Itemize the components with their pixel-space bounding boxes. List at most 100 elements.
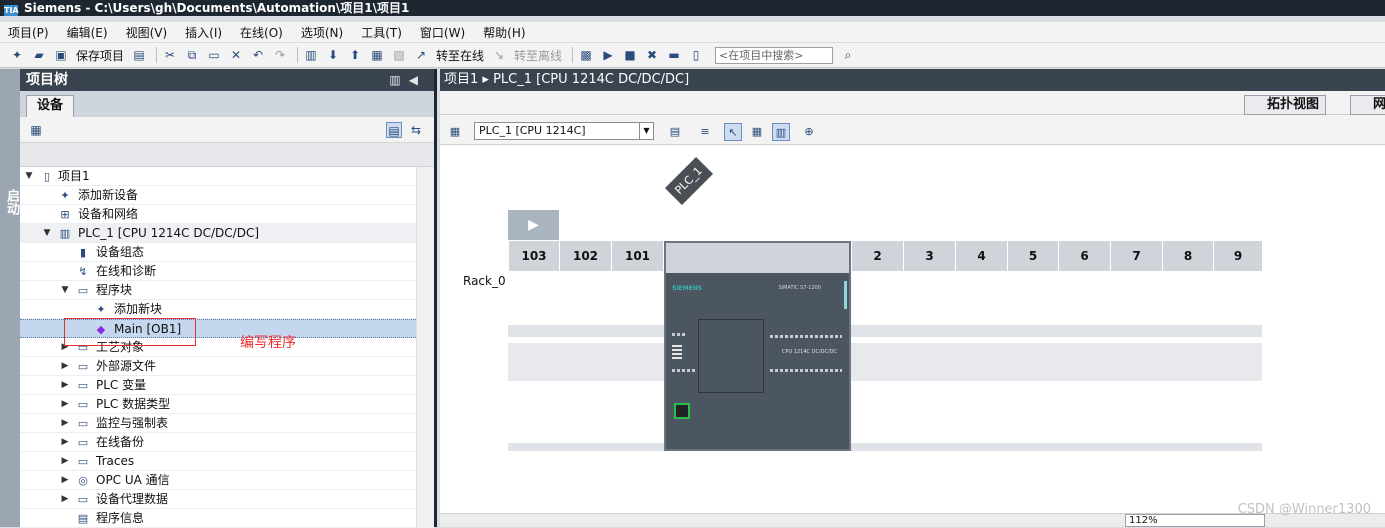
zoom-icon[interactable]: ⊕ [800,123,818,141]
tree-item-plc-data-types[interactable]: ▶ ▭ PLC 数据类型 [20,395,434,414]
tree-item-device-config[interactable]: ▮ 设备组态 [20,243,434,262]
name-toggle-icon[interactable]: ≡ [696,123,714,141]
cpu-module[interactable]: SIEMENS SIMATIC S7-1200 CPU 1214C DC/DC/… [664,241,851,451]
slot-header[interactable]: 8 [1162,241,1213,271]
breadcrumb-project[interactable]: 项目1 [444,72,478,87]
accessible-devices-icon[interactable]: ▩ [577,46,595,64]
device-tag[interactable]: PLC_1 [664,156,714,206]
menu-options[interactable]: 选项(N) [301,24,343,41]
tree-item-external-sources[interactable]: ▶ ▭ 外部源文件 [20,357,434,376]
details-view-icon[interactable]: ▤ [386,122,402,138]
slot-header[interactable]: 5 [1007,241,1058,271]
slot-header[interactable]: 7 [1110,241,1162,271]
tree-item-opc-ua[interactable]: ▶ ◎ OPC UA 通信 [20,471,434,490]
menu-insert[interactable]: 插入(I) [185,24,222,41]
tree-item-add-device[interactable]: ✦ 添加新设备 [20,186,434,205]
tab-topology-view[interactable]: 拓扑视图 [1244,95,1327,115]
tree-item-plc-tags[interactable]: ▶ ▭ PLC 变量 [20,376,434,395]
save-icon[interactable]: ▣ [52,46,70,64]
expand-right-icon[interactable]: ▶ [60,452,70,471]
slot-header[interactable]: 9 [1213,241,1262,271]
tab-devices[interactable]: 设备 [26,95,74,117]
tree-item-plc[interactable]: ▼ ▥ PLC_1 [CPU 1214C DC/DC/DC] [20,224,434,243]
stop-cpu-icon[interactable]: ■ [621,46,639,64]
tree-item-program-blocks[interactable]: ▼ ▭ 程序块 [20,281,434,300]
compile-icon[interactable]: ▥ [302,46,320,64]
page-break-icon[interactable]: ▥ [772,123,790,141]
collapse-panel-icon[interactable]: ▥◀ [389,69,426,91]
copy-icon[interactable]: ⧉ [183,46,201,64]
tree-scrollbar[interactable] [416,167,434,527]
grid-icon[interactable]: ▦ [748,123,766,141]
tree-item-device-proxy[interactable]: ▶ ▭ 设备代理数据 [20,490,434,509]
slot-header[interactable]: 2 [851,241,903,271]
expand-down-icon[interactable]: ▼ [24,167,34,186]
overview-icon[interactable]: ▦ [28,122,44,138]
expand-right-icon[interactable]: ▶ [60,471,70,490]
expand-right-icon[interactable]: ▶ [60,433,70,452]
slot-header[interactable]: 6 [1058,241,1110,271]
device-view-icon[interactable]: ▦ [446,123,464,141]
cut-icon[interactable]: ✂ [161,46,179,64]
menu-view[interactable]: 视图(V) [126,24,168,41]
slot-header[interactable]: 3 [903,241,955,271]
device-select[interactable]: PLC_1 [CPU 1214C] ▼ [474,122,654,140]
runtime-icon[interactable]: ▧ [390,46,408,64]
expand-right-icon[interactable]: ▶ [60,414,70,433]
go-offline-button[interactable]: 转至离线 [512,46,564,64]
tree-item-program-info[interactable]: ▤ 程序信息 [20,509,434,528]
redo-icon[interactable]: ↷ [271,46,289,64]
menu-tools[interactable]: 工具(T) [361,24,402,41]
save-project-button[interactable]: 保存项目 [74,46,126,64]
project-search-input[interactable]: <在项目中搜索> [715,46,834,64]
breadcrumb-plc[interactable]: PLC_1 [CPU 1214C DC/DC/DC] [493,72,689,87]
expand-down-icon[interactable]: ▼ [42,224,52,243]
tab-network-view[interactable]: 网 [1350,95,1385,115]
tree-item-traces[interactable]: ▶ ▭ Traces [20,452,434,471]
portal-view-strip[interactable]: 启动 [0,69,20,527]
open-project-icon[interactable]: ▰ [30,46,48,64]
expand-down-icon[interactable]: ▼ [60,281,70,300]
go-online-icon[interactable]: ↗ [412,46,430,64]
start-cpu-icon[interactable]: ▶ [599,46,617,64]
slot-header[interactable]: 4 [955,241,1007,271]
slot-header[interactable]: 103 [508,241,559,271]
upload-icon[interactable]: ⬆ [346,46,364,64]
expand-right-icon[interactable]: ▶ [60,490,70,509]
properties-icon[interactable]: ▤ [666,123,684,141]
go-offline-icon[interactable]: ↘ [490,46,508,64]
split-horizontal-icon[interactable]: ▬ [665,46,683,64]
tree-item-add-block[interactable]: ✦ 添加新块 [20,300,434,319]
go-online-button[interactable]: 转至在线 [434,46,486,64]
menu-edit[interactable]: 编辑(E) [67,24,108,41]
select-tool-icon[interactable]: ↖ [724,123,742,141]
simulation-icon[interactable]: ▦ [368,46,386,64]
expand-modules-icon[interactable]: ▶ [508,210,559,240]
ethernet-port-icon[interactable] [674,403,690,419]
tree-item-online-backups[interactable]: ▶ ▭ 在线备份 [20,433,434,452]
menu-project[interactable]: 项目(P) [8,24,49,41]
print-icon[interactable]: ▤ [130,46,148,64]
slot-header[interactable]: 102 [559,241,611,271]
undo-icon[interactable]: ↶ [249,46,267,64]
expand-right-icon[interactable]: ▶ [60,357,70,376]
menu-window[interactable]: 窗口(W) [420,24,465,41]
tree-item-online-diagnostics[interactable]: ↯ 在线和诊断 [20,262,434,281]
delete-icon[interactable]: ✕ [227,46,245,64]
expand-right-icon[interactable]: ▶ [60,376,70,395]
menu-help[interactable]: 帮助(H) [483,24,525,41]
expand-right-icon[interactable]: ▶ [60,395,70,414]
chevron-down-icon[interactable]: ▼ [639,123,653,139]
split-vertical-icon[interactable]: ▯ [687,46,705,64]
tree-item-watch-tables[interactable]: ▶ ▭ 监控与强制表 [20,414,434,433]
sync-icon[interactable]: ⇆ [408,122,424,138]
cross-reference-icon[interactable]: ✖ [643,46,661,64]
tree-item-devices-networks[interactable]: ⊞ 设备和网络 [20,205,434,224]
new-project-icon[interactable]: ✦ [8,46,26,64]
menu-online[interactable]: 在线(O) [240,24,283,41]
tree-item-project[interactable]: ▼ ▯ 项目1 [20,167,434,186]
download-icon[interactable]: ⬇ [324,46,342,64]
paste-icon[interactable]: ▭ [205,46,223,64]
slot-header[interactable]: 101 [611,241,663,271]
search-icon[interactable]: ⌕ [839,46,857,64]
